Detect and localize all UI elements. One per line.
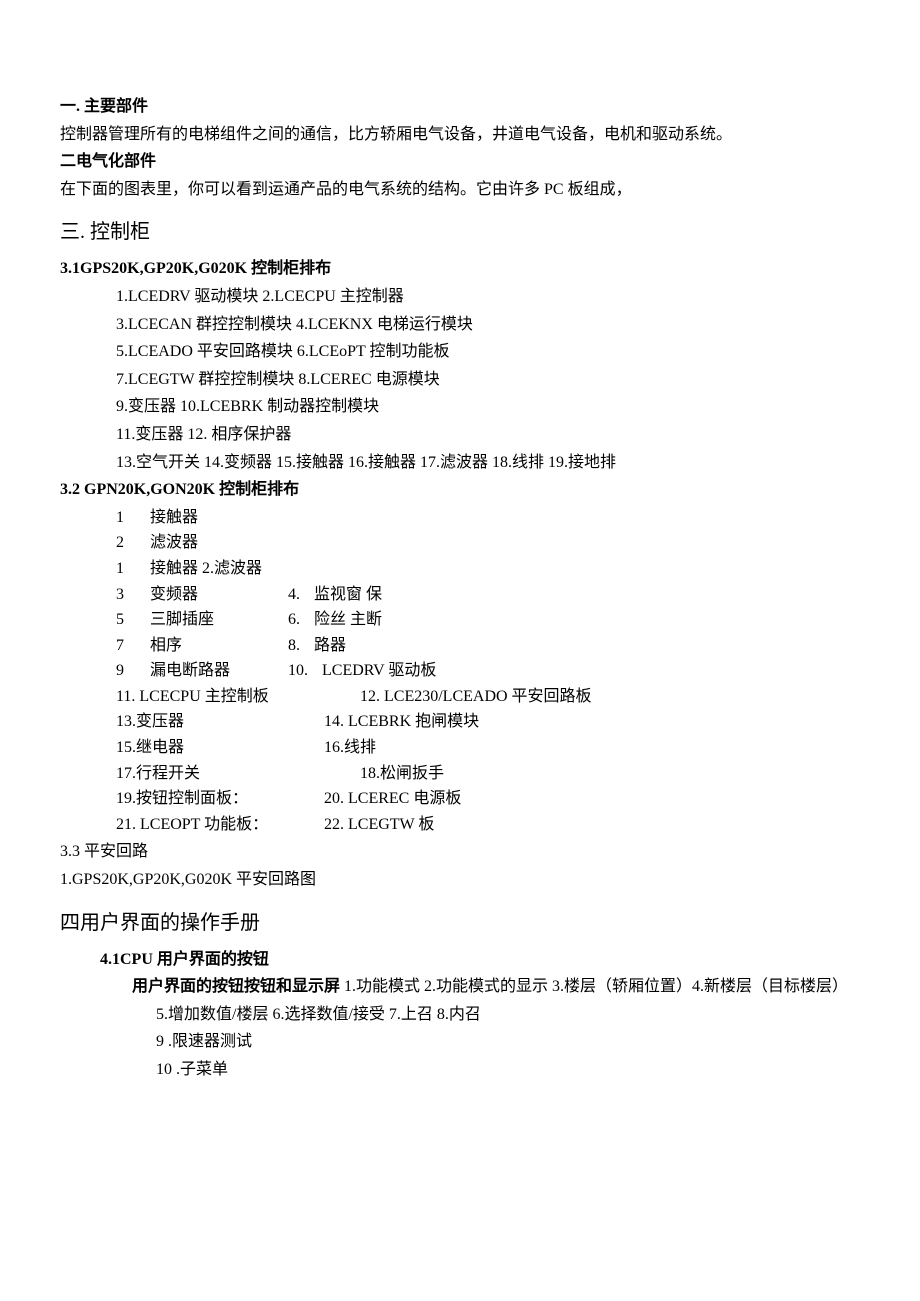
section-3-title: 三. 控制柜 bbox=[60, 216, 860, 248]
section-4-title: 四用户界面的操作手册 bbox=[60, 907, 860, 939]
row-text: 险丝 主断 bbox=[314, 607, 382, 633]
sec32-row: 1 接触器 bbox=[116, 505, 860, 531]
sec32-row: 8. 路器 bbox=[288, 633, 436, 659]
row-text: 21. LCEOPT 功能板： bbox=[116, 812, 296, 838]
row-num: 5 bbox=[116, 607, 136, 633]
section-3-3-title: 3.3 平安回路 bbox=[60, 839, 860, 865]
sec32-pair-block: 3 变频器 5 三脚插座 7 相序 9 漏电断路器 4. 监视窗 保 6. bbox=[60, 582, 860, 684]
sec31-line: 9.变压器 10.LCEBRK 制动器控制模块 bbox=[60, 394, 860, 420]
sec41-l3: 9 .限速器测试 bbox=[60, 1029, 860, 1055]
sec32-row: 7 相序 bbox=[116, 633, 260, 659]
sec31-line: 11.变压器 12. 相序保护器 bbox=[60, 422, 860, 448]
row-text: 15.继电器 bbox=[116, 735, 296, 761]
row-text: 17.行程开关 bbox=[116, 761, 296, 787]
row-text: 漏电断路器 bbox=[150, 658, 260, 684]
sec31-line: 7.LCEGTW 群控控制模块 8.LCEREC 电源模块 bbox=[60, 367, 860, 393]
sec41-lead: 用户界面的按钮按钮和显示屏 bbox=[132, 978, 340, 995]
row-text: 接触器 2.滤波器 bbox=[150, 556, 262, 582]
row-num: 4. bbox=[288, 582, 300, 608]
sec31-line: 3.LCECAN 群控控制模块 4.LCEKNX 电梯运行模块 bbox=[60, 312, 860, 338]
row-num: 10. bbox=[288, 658, 308, 684]
sec32-row: 4. 监视窗 保 bbox=[288, 582, 436, 608]
sec32-row: 9 漏电断路器 bbox=[116, 658, 260, 684]
section-3-1-title: 3.1GPS20K,GP20K,G020K 控制柜排布 bbox=[60, 256, 860, 282]
sec32-row: 6. 险丝 主断 bbox=[288, 607, 436, 633]
sec32-row: 2 滤波器 bbox=[116, 530, 860, 556]
row-num: 1 bbox=[116, 505, 136, 531]
row-text: 18.松闸扳手 bbox=[324, 761, 592, 787]
row-text: 11. LCECPU 主控制板 bbox=[116, 684, 296, 710]
sec31-line: 5.LCEADO 平安回路模块 6.LCEoPT 控制功能板 bbox=[60, 339, 860, 365]
sec41-inline: 1.功能模式 2.功能模式的显示 3.楼层（轿厢位置）4.新楼层（目标楼层） bbox=[340, 978, 848, 995]
row-text: 14. LCEBRK 抱闸模块 bbox=[324, 709, 592, 735]
row-text: 变频器 bbox=[150, 582, 260, 608]
sec41-lead-line: 用户界面的按钮按钮和显示屏 1.功能模式 2.功能模式的显示 3.楼层（轿厢位置… bbox=[60, 974, 860, 1000]
row-text: LCEDRV 驱动板 bbox=[322, 658, 436, 684]
sec32-top: 1 接触器 2 滤波器 1 接触器 2.滤波器 bbox=[60, 505, 860, 582]
row-num: 1 bbox=[116, 556, 136, 582]
section-3-2-title: 3.2 GPN20K,GON20K 控制柜排布 bbox=[60, 477, 860, 503]
row-num: 6. bbox=[288, 607, 300, 633]
row-num: 3 bbox=[116, 582, 136, 608]
section-2-title: 二电气化部件 bbox=[60, 149, 860, 175]
row-text: 13.变压器 bbox=[116, 709, 296, 735]
document-page: 一. 主要部件 控制器管理所有的电梯组件之间的通信，比方轿厢电气设备，井道电气设… bbox=[0, 0, 920, 1145]
section-2-body: 在下面的图表里，你可以看到运通产品的电气系统的结构。它由许多 PC 板组成， bbox=[60, 177, 860, 203]
section-3-3-line: 1.GPS20K,GP20K,G020K 平安回路图 bbox=[60, 867, 860, 893]
row-text: 22. LCEGTW 板 bbox=[324, 812, 592, 838]
row-text: 监视窗 保 bbox=[314, 582, 382, 608]
sec32-row: 3 变频器 bbox=[116, 582, 260, 608]
row-text: 路器 bbox=[314, 633, 346, 659]
row-text: 19.按钮控制面板： bbox=[116, 786, 296, 812]
sec41-l2: 5.增加数值/楼层 6.选择数值/接受 7.上召 8.内召 bbox=[60, 1002, 860, 1028]
section-1-title: 一. 主要部件 bbox=[60, 94, 860, 120]
row-num: 9 bbox=[116, 658, 136, 684]
sec41-l4: 10 .子菜单 bbox=[60, 1057, 860, 1083]
row-num: 7 bbox=[116, 633, 136, 659]
sec32-row: 10. LCEDRV 驱动板 bbox=[288, 658, 436, 684]
row-text: 三脚插座 bbox=[150, 607, 260, 633]
row-text: 16.线排 bbox=[324, 735, 592, 761]
row-text: 20. LCEREC 电源板 bbox=[324, 786, 592, 812]
row-text: 相序 bbox=[150, 633, 260, 659]
sec31-line: 1.LCEDRV 驱动模块 2.LCECPU 主控制器 bbox=[60, 284, 860, 310]
row-text: 接触器 bbox=[150, 505, 198, 531]
sec32-row: 5 三脚插座 bbox=[116, 607, 260, 633]
sec32-wide-left: 11. LCECPU 主控制板 13.变压器 15.继电器 17.行程开关 19… bbox=[116, 684, 296, 838]
row-num: 2 bbox=[116, 530, 136, 556]
sec31-line: 13.空气开关 14.变频器 15.接触器 16.接触器 17.滤波器 18.线… bbox=[60, 450, 860, 476]
row-text: 滤波器 bbox=[150, 530, 198, 556]
sec32-wide-right: 12. LCE230/LCEADO 平安回路板 14. LCEBRK 抱闸模块 … bbox=[324, 684, 592, 838]
row-num: 8. bbox=[288, 633, 300, 659]
section-4-1-title: 4.1CPU 用户界面的按钮 bbox=[60, 947, 860, 973]
section-1-body: 控制器管理所有的电梯组件之间的通信，比方轿厢电气设备，井道电气设备，电机和驱动系… bbox=[60, 122, 860, 148]
sec32-right-col: 4. 监视窗 保 6. 险丝 主断 8. 路器 10. LCEDRV 驱动板 bbox=[288, 582, 436, 684]
row-text: 12. LCE230/LCEADO 平安回路板 bbox=[324, 684, 592, 710]
sec32-left-col: 3 变频器 5 三脚插座 7 相序 9 漏电断路器 bbox=[116, 582, 260, 684]
sec32-row: 1 接触器 2.滤波器 bbox=[116, 556, 860, 582]
sec32-wide-block: 11. LCECPU 主控制板 13.变压器 15.继电器 17.行程开关 19… bbox=[60, 684, 860, 838]
